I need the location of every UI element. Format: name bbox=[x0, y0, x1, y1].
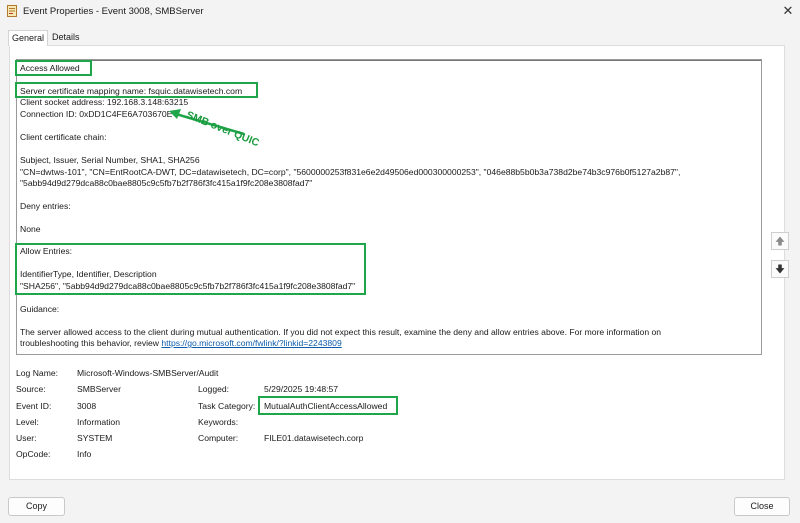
logged-label: Logged: bbox=[198, 384, 230, 394]
title-bar: Event Properties - Event 3008, SMBServer… bbox=[0, 0, 800, 24]
opcode-value: Info bbox=[77, 449, 92, 459]
event-description-box[interactable]: Access Allowed Server certificate mappin… bbox=[16, 59, 762, 355]
source-value: SMBServer bbox=[77, 384, 121, 394]
highlight-allow-entries bbox=[15, 243, 366, 295]
textbox-border bbox=[17, 60, 761, 61]
deny-entries-value: None bbox=[20, 224, 41, 234]
connection-id: Connection ID: 0xDD1C4FE6A703670E bbox=[20, 109, 173, 119]
tab-details[interactable]: Details bbox=[49, 30, 83, 46]
opcode-label: OpCode: bbox=[16, 449, 51, 459]
arrow-up-icon[interactable] bbox=[771, 232, 789, 250]
deny-entries-heading: Deny entries: bbox=[20, 201, 71, 211]
user-value: SYSTEM bbox=[77, 433, 113, 443]
highlight-mapping-name bbox=[15, 82, 258, 98]
guidance-text: troubleshooting this behavior, review bbox=[20, 338, 162, 348]
event-id-label: Event ID: bbox=[16, 401, 52, 411]
level-label: Level: bbox=[16, 417, 39, 427]
close-icon[interactable]: ✕ bbox=[778, 2, 798, 20]
certificate-columns: Subject, Issuer, Serial Number, SHA1, SH… bbox=[20, 155, 200, 165]
guidance-text-line1: The server allowed access to the client … bbox=[20, 327, 662, 337]
guidance-text-line2: troubleshooting this behavior, review ht… bbox=[20, 338, 342, 348]
source-label: Source: bbox=[16, 384, 46, 394]
computer-label: Computer: bbox=[198, 433, 239, 443]
certificate-values-line1: "CN=dwtws-101", "CN=EntRootCA-DWT, DC=da… bbox=[20, 167, 681, 177]
log-name-value: Microsoft-Windows-SMBServer/Audit bbox=[77, 368, 219, 378]
arrow-down-icon[interactable] bbox=[771, 260, 789, 278]
certificate-values-line2: "5abb94d9d279dca88c0bae8805c9c5fb7b2f786… bbox=[20, 178, 313, 188]
certificate-chain-heading: Client certificate chain: bbox=[20, 132, 107, 142]
keywords-label: Keywords: bbox=[198, 417, 239, 427]
event-id-value: 3008 bbox=[77, 401, 97, 411]
close-button[interactable]: Close bbox=[734, 497, 790, 516]
log-name-label: Log Name: bbox=[16, 368, 59, 378]
tab-general[interactable]: General bbox=[8, 30, 49, 46]
highlight-access-allowed bbox=[15, 60, 92, 76]
guidance-heading: Guidance: bbox=[20, 304, 60, 314]
task-category-value: MutualAuthClientAccessAllowed bbox=[264, 401, 388, 411]
event-viewer-icon bbox=[7, 5, 17, 17]
user-label: User: bbox=[16, 433, 37, 443]
level-value: Information bbox=[77, 417, 120, 427]
help-link[interactable]: https://go.microsoft.com/fwlink/?linkid=… bbox=[161, 338, 341, 348]
logged-value: 5/29/2025 19:48:57 bbox=[264, 384, 339, 394]
task-category-label: Task Category: bbox=[198, 401, 256, 411]
copy-button[interactable]: Copy bbox=[8, 497, 65, 516]
client-socket-address: Client socket address: 192.168.3.148:632… bbox=[20, 97, 189, 107]
computer-value: FILE01.datawisetech.corp bbox=[264, 433, 364, 443]
window-title: Event Properties - Event 3008, SMBServer bbox=[23, 6, 204, 17]
